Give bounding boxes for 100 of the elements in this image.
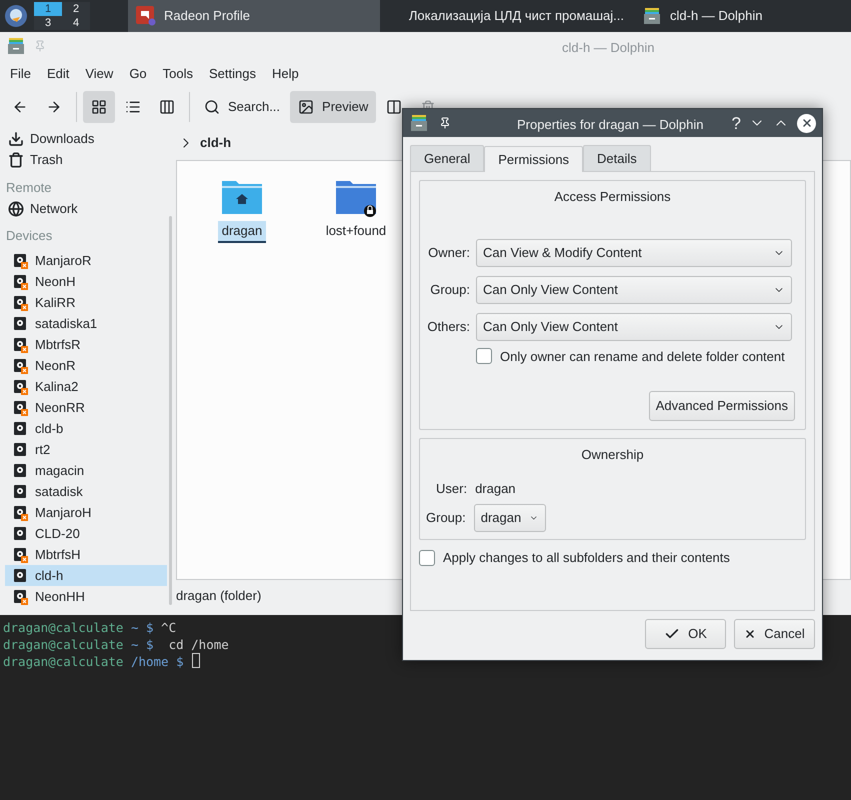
terminal-command: cd /home [168,636,229,653]
sidebar-item[interactable]: MbtrfsH [5,544,167,565]
unmounted-drive-icon [13,336,29,352]
prompt-path: ~ $ [130,636,154,653]
window-title: cld-h — Dolphin [562,39,654,57]
checkbox[interactable] [419,550,435,566]
forward-icon [46,99,62,115]
download-icon [8,130,24,146]
desktop-pager-cell[interactable]: 4 [62,16,90,30]
user-name: dragan [475,480,516,498]
taskbar-task[interactable]: cld-h — Dolphin [634,0,770,32]
dolphin-app-icon [409,113,429,133]
unmounted-drive-icon [13,294,29,310]
sidebar-item[interactable]: MbtrfsR [5,334,167,355]
file-name[interactable]: dragan [218,221,266,242]
menu-item[interactable]: Go [121,64,155,84]
tab[interactable]: Details [583,145,651,171]
group-title: Access Permissions [554,188,671,206]
menu-item[interactable]: Help [264,64,307,84]
close-icon[interactable] [797,114,816,132]
unmounted-drive-icon [13,504,29,520]
sidebar-item[interactable]: cld-h [5,565,167,586]
field-label: Group: [429,280,470,299]
launcher-icon[interactable] [4,4,28,28]
field-label: Group: [426,509,466,528]
permission-dropdown[interactable]: Can View & Modify Content [476,238,792,266]
dialog-title: Properties for dragan — Dolphin [517,116,704,134]
permission-dropdown[interactable]: Can Only View Content [476,312,792,340]
search-toolbar-button[interactable]: Search... [196,91,288,123]
cancel-button[interactable]: Cancel [734,619,815,649]
breadcrumb-item[interactable]: cld-h [200,133,232,153]
radeon-app-icon [136,6,156,26]
sidebar-item[interactable]: Downloads [0,128,169,149]
menu-item[interactable]: File [2,64,39,84]
taskbar-task[interactable]: Radeon Profile [128,0,380,32]
search-icon [204,99,220,115]
checkbox-label: Apply changes to all subfolders and their contents [443,549,730,567]
drive-icon [13,526,29,542]
menu-item[interactable]: View [77,64,122,84]
drive-icon [13,484,29,500]
sidebar-item[interactable]: ManjaroR [5,250,167,271]
drive-icon [13,442,29,458]
sidebar-item[interactable]: NeonRR [5,397,167,418]
unmounted-drive-icon [13,274,29,290]
icons-toolbar-button[interactable] [83,91,115,123]
back-icon [12,99,28,115]
checkbox[interactable] [476,348,492,364]
cancel-icon [744,628,756,640]
tab[interactable]: General [410,145,484,171]
desktop-pager-cell[interactable]: 3 [34,16,62,30]
preview-icon [298,99,314,115]
taskbar-task[interactable]: Локализација ЦЛД чист промашај... [382,0,632,32]
sidebar-item[interactable]: rt2 [5,439,167,460]
help-icon[interactable]: ? [732,114,741,132]
drive-icon [13,462,29,478]
sidebar-item[interactable]: satadisk [5,481,167,502]
drive-icon [13,568,29,584]
status-text: dragan (folder) [176,587,262,605]
prompt-user: dragan@calculate [3,619,124,636]
terminal-command: ^C [160,619,176,636]
desktop-pager-cell[interactable]: 2 [62,2,90,16]
menu-item[interactable]: Settings [201,64,264,84]
sidebar-item[interactable]: Kalina2 [5,376,167,397]
sidebar-item[interactable]: NeonH [5,271,167,292]
drive-icon [13,420,29,436]
group-dropdown[interactable]: dragan [474,504,546,532]
details-icon [125,99,141,115]
sidebar-item[interactable]: KaliRR [5,292,167,313]
advanced-permissions-button[interactable]: Advanced Permissions [648,391,795,421]
file-name[interactable]: lost+found [322,221,390,240]
split-icon [386,99,402,115]
sidebar-item[interactable]: NeonR [5,355,167,376]
unmounted-drive-icon [13,588,29,604]
tab[interactable]: Permissions [484,146,584,172]
compact-icon [159,99,175,115]
sidebar-item[interactable]: cld-b [5,418,167,439]
prompt-path: /home $ [130,653,184,670]
unmounted-drive-icon [13,252,29,268]
unmounted-drive-icon [13,546,29,562]
sidebar-item[interactable]: Network [0,198,169,220]
sidebar-item[interactable]: magacin [5,460,167,481]
sidebar-item[interactable]: Trash [0,149,169,170]
menu-item[interactable]: Tools [154,64,202,84]
group-title: Ownership [581,446,644,464]
scrollbar[interactable] [169,216,172,605]
sidebar-item[interactable]: CLD-20 [5,523,167,544]
desktop-pager-cell[interactable]: 1 [34,2,62,16]
field-label: User: [436,480,468,498]
sidebar-item[interactable]: ManjaroH [5,502,167,523]
field-label: Others: [426,318,470,336]
globe-icon [8,201,24,217]
sidebar-item[interactable]: NeonHH [5,586,167,607]
ok-button[interactable]: OK [645,619,726,649]
sidebar-item[interactable]: satadiska1 [5,313,167,334]
section-header: Devices [5,227,54,245]
preview-toolbar-button[interactable]: Preview [290,91,376,123]
menu-item[interactable]: Edit [38,64,78,84]
permission-dropdown[interactable]: Can Only View Content [476,276,792,304]
dolphin-app-icon [6,36,26,56]
pin-icon[interactable] [439,117,451,129]
